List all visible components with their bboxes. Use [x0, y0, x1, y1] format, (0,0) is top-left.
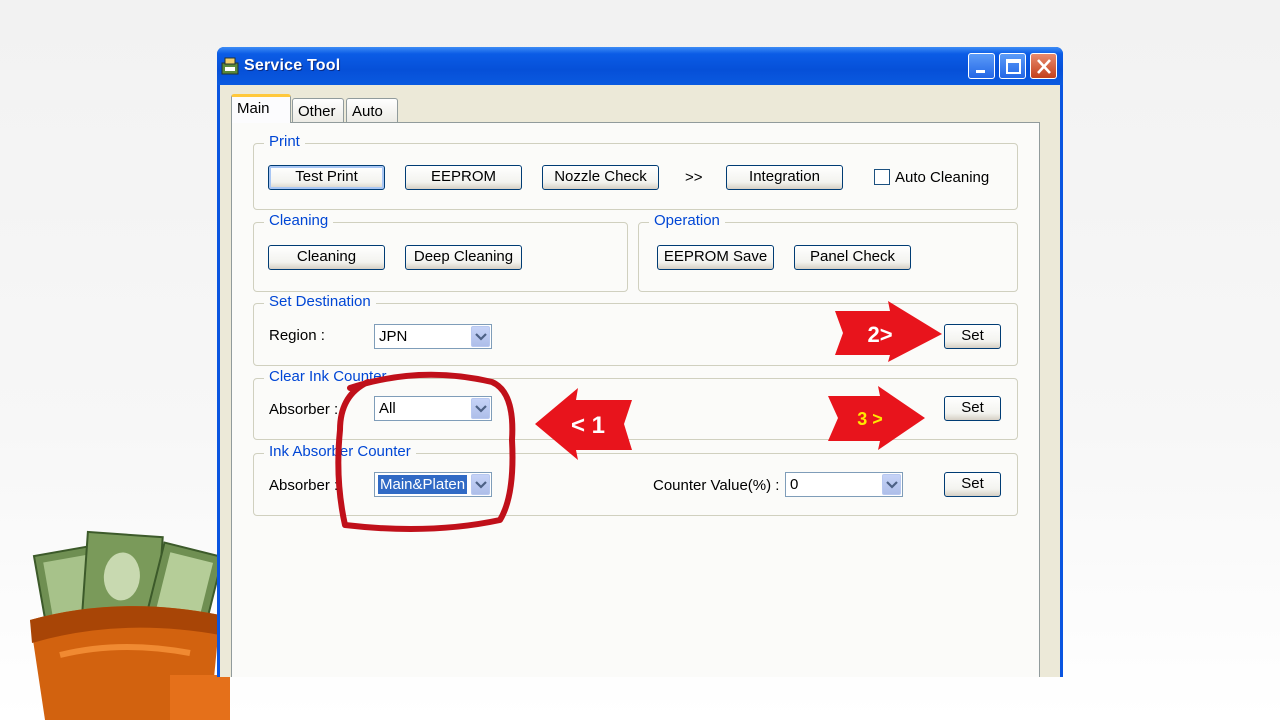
window-client-area: Main Other Auto Print Test Print EEPROM … [220, 85, 1060, 677]
service-tool-window: Service Tool Main Other Auto Print Test … [217, 47, 1063, 677]
ink-absorber-counter-group-label: Ink Absorber Counter [264, 443, 416, 460]
tab-main[interactable]: Main [231, 94, 291, 123]
set-destination-group: Set Destination Region : JPN Set [253, 293, 1018, 366]
maximize-icon [1006, 59, 1021, 74]
test-print-button[interactable]: Test Print [268, 165, 385, 190]
main-tab-panel: Print Test Print EEPROM Nozzle Check >> … [231, 122, 1040, 677]
tab-other[interactable]: Other [292, 98, 344, 122]
panel-check-button[interactable]: Panel Check [794, 245, 911, 270]
cleaning-group-label: Cleaning [264, 212, 334, 229]
nozzle-check-button[interactable]: Nozzle Check [542, 165, 659, 190]
close-icon [1037, 59, 1051, 74]
set-destination-group-label: Set Destination [264, 293, 376, 310]
clear-absorber-dropdown-button[interactable] [471, 398, 490, 419]
maximize-button[interactable] [999, 53, 1026, 79]
clear-ink-counter-group-label: Clear Ink Counter [264, 368, 392, 385]
eeprom-button[interactable]: EEPROM [405, 165, 522, 190]
operation-group-label: Operation [649, 212, 725, 229]
eeprom-save-button[interactable]: EEPROM Save [657, 245, 774, 270]
chevron-down-icon [475, 405, 487, 413]
close-button[interactable] [1030, 53, 1057, 79]
chevron-down-icon [886, 481, 898, 489]
clear-absorber-value: All [379, 400, 396, 417]
ink-absorber-label: Absorber : [269, 477, 339, 494]
window-title: Service Tool [244, 57, 341, 74]
auto-cleaning-label: Auto Cleaning [895, 169, 990, 186]
clear-absorber-label: Absorber : [269, 401, 339, 418]
counter-value: 0 [790, 476, 799, 493]
cleaning-group: Cleaning Cleaning Deep Cleaning [253, 212, 628, 292]
chevron-down-icon [475, 333, 487, 341]
auto-cleaning-checkbox[interactable] [874, 169, 890, 185]
ink-absorber-set-button[interactable]: Set [944, 472, 1001, 497]
ink-absorber-dropdown-button[interactable] [471, 474, 490, 495]
integration-arrows: >> [685, 169, 703, 186]
app-icon [221, 57, 239, 75]
clear-ink-counter-group: Clear Ink Counter Absorber : All Set [253, 368, 1018, 440]
clear-absorber-select[interactable]: All [374, 396, 492, 421]
counter-value-label: Counter Value(%) : [653, 477, 780, 494]
ink-absorber-value: Main&Platen [378, 475, 468, 494]
region-label: Region : [269, 327, 325, 344]
wallet-money-illustration [30, 530, 230, 720]
chevron-down-icon [475, 481, 487, 489]
region-value: JPN [379, 328, 408, 345]
ink-absorber-select[interactable]: Main&Platen [374, 472, 492, 497]
tab-auto[interactable]: Auto [346, 98, 398, 122]
print-group: Print Test Print EEPROM Nozzle Check >> … [253, 133, 1018, 210]
deep-cleaning-button[interactable]: Deep Cleaning [405, 245, 522, 270]
counter-value-dropdown-button[interactable] [882, 474, 901, 495]
clear-ink-set-button[interactable]: Set [944, 396, 1001, 421]
region-dropdown-button[interactable] [471, 326, 490, 347]
cleaning-button[interactable]: Cleaning [268, 245, 385, 270]
region-select[interactable]: JPN [374, 324, 492, 349]
integration-button[interactable]: Integration [726, 165, 843, 190]
operation-group: Operation EEPROM Save Panel Check [638, 212, 1018, 292]
print-group-label: Print [264, 133, 305, 150]
counter-value-select[interactable]: 0 [785, 472, 903, 497]
ink-absorber-counter-group: Ink Absorber Counter Absorber : Main&Pla… [253, 443, 1018, 516]
title-bar[interactable]: Service Tool [217, 47, 1063, 85]
minimize-button[interactable] [968, 53, 995, 79]
minimize-icon [976, 70, 985, 73]
set-destination-set-button[interactable]: Set [944, 324, 1001, 349]
